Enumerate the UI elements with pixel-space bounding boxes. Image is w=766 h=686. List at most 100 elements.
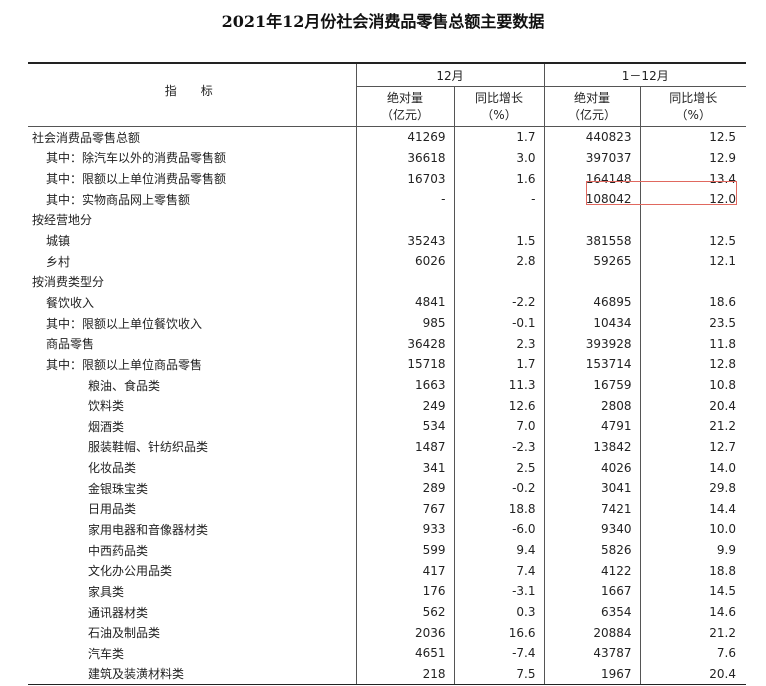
table-row: 日用品类 767 18.8 7421 14.4 [28,498,746,520]
month-yoy-cell: - [454,188,545,210]
month-abs-cell: 176 [356,581,455,602]
month-abs-cell: 35243 [356,230,455,251]
month-yoy-cell: 1.7 [454,126,545,148]
month-yoy-cell: -0.1 [454,312,545,334]
month-yoy-cell: 16.6 [454,622,545,644]
row-label: 金银珠宝类 [28,477,357,499]
ytd-yoy-cell: 12.5 [709,233,736,248]
ytd-abs-cell: 4122 [544,560,641,582]
month-yoy-cell: -3.1 [454,581,545,602]
month-abs-cell: 289 [356,477,455,499]
table-row: 烟酒类 534 7.0 4791 21.2 [28,415,746,437]
table-row: 服装鞋帽、针纺织品类 1487 -2.3 13842 12.7 [28,436,746,458]
month-abs-header: 绝对量 （亿元） [356,86,455,127]
row-label: 城镇 [28,230,357,251]
ytd-abs-cell: 1967 [544,663,641,686]
ytd-abs-cell [544,271,641,293]
row-label: 商品零售 [28,333,357,355]
row-label: 石油及制品类 [28,622,357,644]
month-yoy-cell: -0.2 [454,477,545,499]
month-abs-cell: 417 [356,560,455,582]
row-label: 其中：除汽车以外的消费品零售额 [28,147,357,169]
ytd-yoy-cell: 18.6 [709,295,736,310]
month-yoy-cell: 7.4 [454,560,545,582]
abs-label: 绝对量 （亿元） [567,90,616,122]
month-abs-cell: 4841 [356,292,455,313]
table-row: 汽车类 4651 -7.4 43787 7.6 [28,643,746,664]
month-abs-cell: 36428 [356,333,455,355]
page-title: 2021年12月份社会消费品零售总额主要数据 [221,12,545,31]
ytd-yoy-cell: 14.0 [709,460,736,475]
ytd-abs-cell: 10434 [544,312,641,334]
ytd-abs-cell: 153714 [544,354,641,375]
table-row: 其中：限额以上单位商品零售 15718 1.7 153714 12.8 [28,354,746,375]
table-row: 文化办公用品类 417 7.4 4122 18.8 [28,560,746,582]
row-label: 中西药品类 [28,539,357,561]
ytd-yoy-cell: 21.2 [709,419,736,434]
table-row: 社会消费品零售总额 41269 1.7 440823 12.5 [28,126,746,148]
ytd-yoy-cell: 12.8 [709,357,736,372]
indicator-header: 指 标 [28,62,357,127]
table-row: 中西药品类 599 9.4 5826 9.9 [28,539,746,561]
month-yoy-cell: 1.5 [454,230,545,251]
month-abs-cell: 985 [356,312,455,334]
month-yoy-cell: -6.0 [454,519,545,540]
row-label: 化妆品类 [28,457,357,478]
month-abs-cell: 218 [356,663,455,686]
ytd-abs-cell: 6354 [544,601,641,623]
month-abs-cell: 41269 [356,126,455,148]
month-yoy-cell: -2.3 [454,436,545,458]
month-yoy-cell [454,271,545,293]
row-label: 饮料类 [28,395,357,416]
row-label: 其中：限额以上单位消费品零售额 [28,168,357,189]
month-yoy-cell: 7.5 [454,663,545,686]
month-abs-cell: 534 [356,415,455,437]
ytd-abs-cell: 4791 [544,415,641,437]
row-label: 家具类 [28,581,357,602]
table-row: 其中：限额以上单位餐饮收入 985 -0.1 10434 23.5 [28,312,746,334]
row-label: 家用电器和音像器材类 [28,519,357,540]
month-abs-cell: 6026 [356,250,455,272]
table-row: 石油及制品类 2036 16.6 20884 21.2 [28,622,746,644]
row-label: 社会消费品零售总额 [28,126,357,148]
ytd-yoy-cell: 20.4 [709,398,736,413]
row-label: 其中：实物商品网上零售额 [28,188,357,210]
month-yoy-cell: 2.3 [454,333,545,355]
ytd-abs-cell: 46895 [544,292,641,313]
table-row: 金银珠宝类 289 -0.2 3041 29.8 [28,477,746,499]
month-abs-cell: - [356,188,455,210]
month-yoy-cell [454,209,545,231]
ytd-yoy-cell: 23.5 [709,316,736,331]
ytd-abs-cell [544,209,641,231]
retail-sales-table: 指 标 12月 1－12月 绝对量 （亿元） 同比增长 （%） 绝对量 （亿元）… [28,62,746,686]
month-abs-cell: 767 [356,498,455,520]
table-row: 粮油、食品类 1663 11.3 16759 10.8 [28,374,746,396]
ytd-yoy-cell [640,271,746,292]
row-label: 乡村 [28,250,357,272]
ytd-yoy-cell: 10.0 [709,522,736,537]
ytd-yoy-cell: 14.4 [709,501,736,516]
table-row: 乡村 6026 2.8 59265 12.1 [28,250,746,272]
ytd-abs-cell: 16759 [544,374,641,396]
ytd-yoy-cell: 20.4 [640,663,746,686]
row-label: 建筑及装潢材料类 [28,663,357,686]
table-row: 饮料类 249 12.6 2808 20.4 [28,395,746,416]
month-abs-cell: 16703 [356,168,455,189]
month-group-header: 12月 [356,62,545,87]
row-label: 烟酒类 [28,415,357,437]
row-label: 粮油、食品类 [28,374,357,396]
ytd-yoy-cell: 21.2 [709,625,736,640]
ytd-abs-cell: 1667 [544,581,641,602]
table-row: 家用电器和音像器材类 933 -6.0 9340 10.0 [28,519,746,540]
ytd-yoy-cell: 18.8 [709,563,736,578]
ytd-yoy-cell: 7.6 [716,646,736,661]
month-abs-cell: 1487 [356,436,455,458]
ytd-yoy-cell: 12.5 [709,130,736,145]
ytd-abs-cell: 4026 [544,457,641,478]
row-label: 汽车类 [28,643,357,664]
month-abs-cell: 1663 [356,374,455,396]
table-row: 按消费类型分 [28,271,746,293]
ytd-abs-cell: 9340 [544,519,641,540]
month-yoy-cell: 18.8 [454,498,545,520]
month-abs-cell [356,271,455,293]
